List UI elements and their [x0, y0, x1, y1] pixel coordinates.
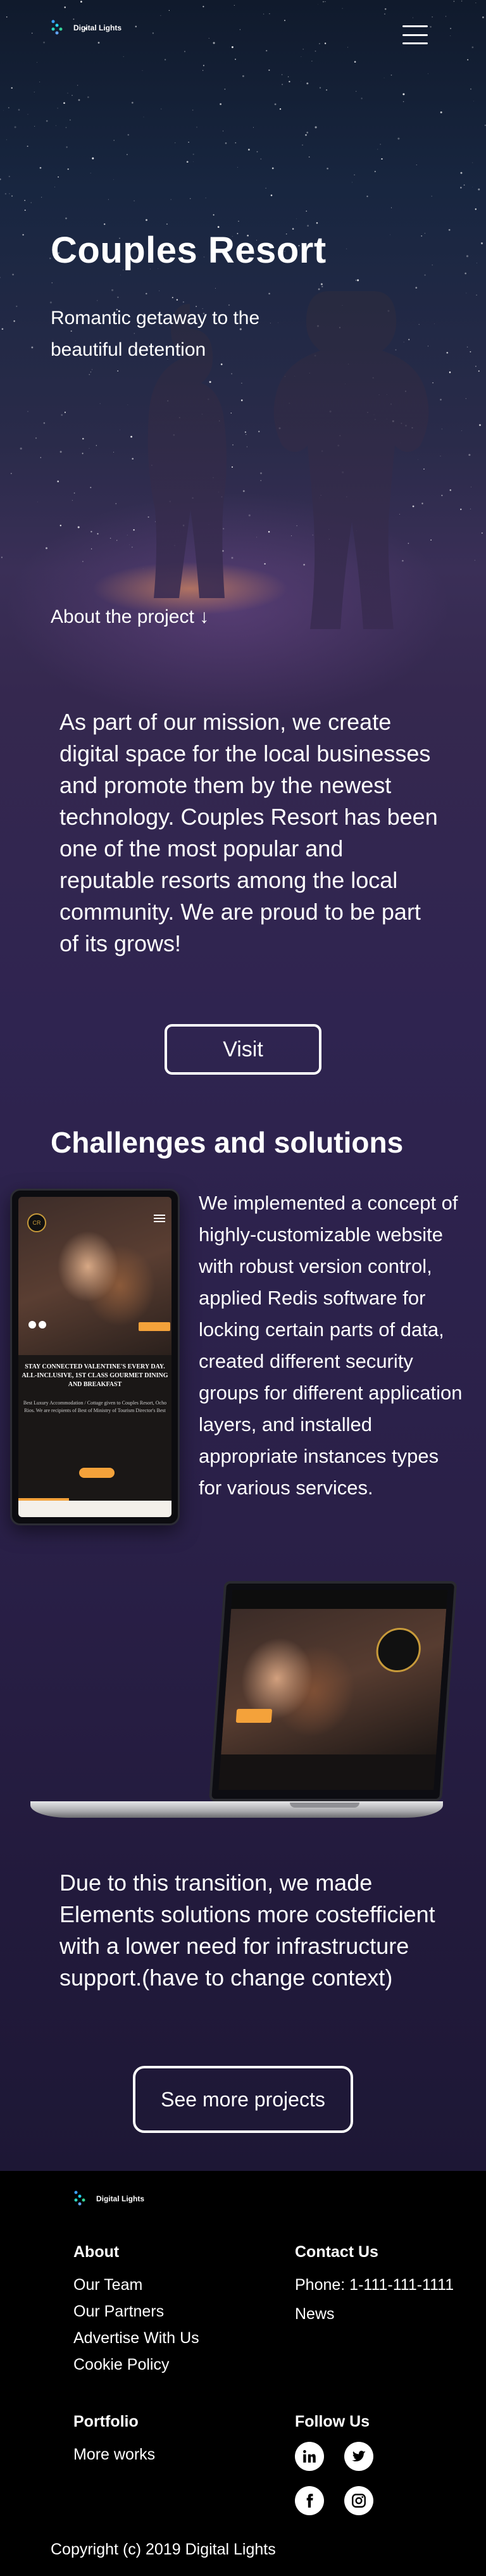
- laptop-notch: [290, 1803, 359, 1808]
- phone-screen: CR STAY CONNECTED VALENTINE'S EVERY DAY.…: [18, 1197, 171, 1517]
- footer-about-title: About: [73, 2243, 120, 2261]
- footer-portfolio-title: Portfolio: [73, 2413, 139, 2430]
- brand-name: Digital Lights: [73, 23, 122, 32]
- footer-brand-name: Digital Lights: [96, 2194, 144, 2203]
- laptop-base: [30, 1801, 443, 1818]
- laptop-screen: [209, 1581, 458, 1801]
- see-more-projects-button[interactable]: See more projects: [133, 2066, 353, 2133]
- laptop-couple-photo: [221, 1609, 447, 1754]
- footer-link-our-partners[interactable]: Our Partners: [73, 2303, 164, 2321]
- menu-icon[interactable]: [402, 25, 428, 44]
- phone-menu-icon: [154, 1215, 165, 1222]
- linkedin-icon[interactable]: [295, 2442, 324, 2471]
- challenges-title: Challenges and solutions: [51, 1126, 404, 1159]
- phone-button-shape: [79, 1468, 115, 1478]
- laptop-display: [218, 1590, 448, 1790]
- phone-subtext: Best Luxury Accommodation / Cottage give…: [23, 1400, 167, 1413]
- laptop-mockup-image: [30, 1581, 458, 1823]
- twitter-icon[interactable]: [344, 2442, 373, 2471]
- laptop-nav-strip: [231, 1590, 448, 1609]
- phone-footer-strip: [18, 1501, 171, 1517]
- facebook-icon[interactable]: [295, 2486, 324, 2515]
- site-header: Digital Lights: [0, 0, 486, 70]
- about-project-link[interactable]: About the project ↓: [51, 606, 209, 628]
- phone-social-icons: [28, 1321, 46, 1329]
- footer-link-cookie-policy[interactable]: Cookie Policy: [73, 2356, 169, 2374]
- footer-brand-logo[interactable]: Digital Lights: [73, 2190, 144, 2208]
- footer-contact-title: Contact Us: [295, 2243, 378, 2261]
- footer-follow-title: Follow Us: [295, 2413, 370, 2430]
- digital-lights-logo-icon: [74, 2191, 85, 2206]
- site-footer: Digital Lights About Our Team Our Partne…: [0, 2171, 486, 2576]
- footer-link-our-team[interactable]: Our Team: [73, 2276, 142, 2294]
- challenges-text: We implemented a concept of highly-custo…: [199, 1192, 463, 1499]
- phone-mockup-image: CR STAY CONNECTED VALENTINE'S EVERY DAY.…: [10, 1189, 180, 1525]
- instagram-icon[interactable]: [344, 2486, 373, 2515]
- hero-subtitle: Romantic getaway to the beautiful detent…: [51, 308, 260, 360]
- footer-link-news[interactable]: News: [295, 2305, 335, 2323]
- page-title: Couples Resort: [51, 230, 327, 271]
- transition-text: Due to this transition, we made Elements…: [59, 1870, 435, 1991]
- laptop-cta-shape: [235, 1709, 273, 1723]
- digital-lights-logo-icon: [51, 20, 63, 35]
- phone-headline: STAY CONNECTED VALENTINE'S EVERY DAY. AL…: [22, 1363, 168, 1388]
- resort-badge-icon: CR: [27, 1213, 46, 1232]
- copyright-text: Copyright (c) 2019 Digital Lights: [51, 2541, 276, 2558]
- couple-silhouette-image: [147, 291, 429, 629]
- mission-text: As part of our mission, we create digita…: [59, 709, 438, 956]
- footer-link-advertise[interactable]: Advertise With Us: [73, 2329, 199, 2348]
- phone-cta-shape: [139, 1322, 170, 1331]
- footer-link-more-works[interactable]: More works: [73, 2446, 155, 2464]
- visit-button[interactable]: Visit: [165, 1024, 321, 1075]
- footer-phone[interactable]: Phone: 1-111-111-1111: [295, 2276, 454, 2294]
- brand-logo[interactable]: Digital Lights: [51, 19, 122, 37]
